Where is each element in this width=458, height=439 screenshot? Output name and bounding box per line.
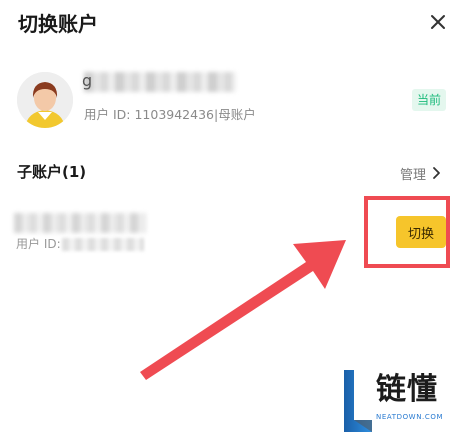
watermark-subtext: NEATDOWN.COM — [376, 413, 444, 421]
l-logo-icon — [344, 370, 372, 432]
watermark: 链懂 NEATDOWN.COM — [340, 368, 452, 434]
watermark-text: 链懂 — [376, 372, 438, 407]
switch-account-dialog: 切换账户 g 用户 ID: 1103942436|母账户 当前 子账户(1) 管… — [0, 0, 458, 439]
